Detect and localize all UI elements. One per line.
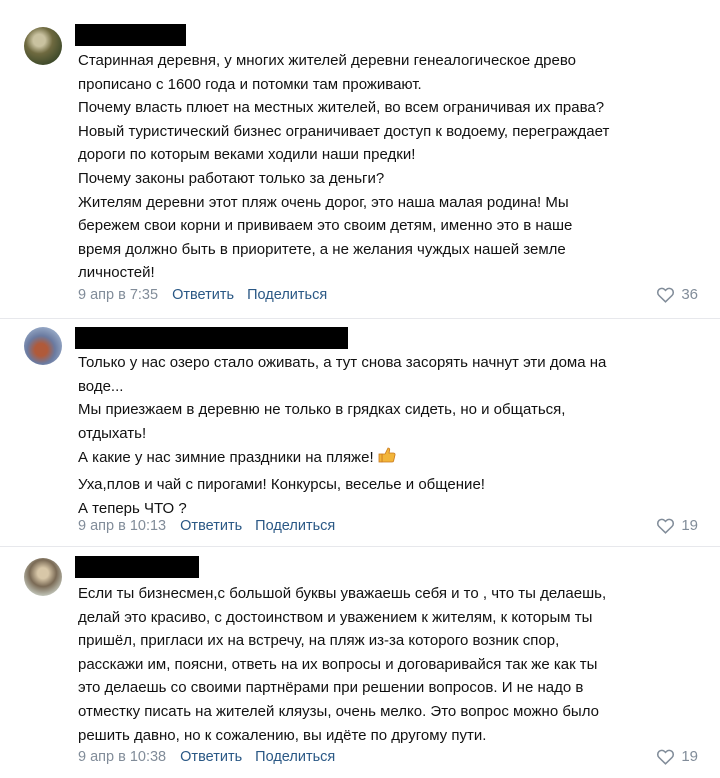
avatar[interactable]: [24, 558, 62, 596]
heart-icon: [657, 518, 675, 534]
comment-date[interactable]: 9 апр в 10:38: [78, 749, 166, 765]
like-count: 19: [681, 748, 698, 765]
comment-line: А теперь ЧТО ?: [78, 499, 187, 517]
comment-line: делай это красиво, с достоинством и уваж…: [78, 608, 593, 626]
comment-line: это делаешь со своими партнёрами при реш…: [78, 679, 584, 697]
comment-line-text: А какие у нас зимние праздники на пляже!: [78, 449, 374, 467]
comment-line: А какие у нас зимние праздники на пляже!: [78, 445, 708, 473]
avatar[interactable]: [24, 27, 62, 65]
comment-text: Старинная деревня, у многих жителей дере…: [78, 49, 708, 285]
comment-line: Если ты бизнесмен,с большой буквы уважае…: [78, 585, 607, 602]
comment-line: Уха,плов и чай с пирогами! Конкурсы, вес…: [78, 475, 485, 493]
comment-line: Почему власть плюет на местных жителей, …: [78, 99, 605, 117]
comment-line: личностей!: [78, 264, 155, 282]
like-count: 36: [681, 286, 698, 303]
like-button[interactable]: 19: [656, 517, 698, 534]
reply-button[interactable]: Ответить: [180, 749, 242, 765]
comment-line: Старинная деревня, у многих жителей дере…: [78, 52, 576, 69]
comment-line: отместку писать на жителей кляузы, очень…: [78, 702, 599, 720]
comment-line: расскажи им, поясни, ответь на их вопрос…: [78, 655, 598, 673]
comment-line: время должно быть в приоритете, а не жел…: [78, 240, 566, 258]
comment-line: воде...: [78, 377, 124, 395]
comment-date[interactable]: 9 апр в 7:35: [78, 287, 158, 303]
separator: [0, 318, 720, 319]
comment-line: отдыхать!: [78, 424, 147, 442]
share-button[interactable]: Поделиться: [255, 749, 335, 765]
author-name-redacted[interactable]: [75, 24, 186, 46]
comment-line: дороги по которым веками ходили наши пре…: [78, 146, 416, 164]
heart-icon: [657, 287, 675, 303]
author-name-redacted[interactable]: [75, 556, 199, 578]
comment-line: Новый туристический бизнес ограничивает …: [78, 122, 610, 140]
comment-date[interactable]: 9 апр в 10:13: [78, 518, 166, 534]
like-button[interactable]: 36: [656, 286, 698, 303]
like-button[interactable]: 19: [656, 748, 698, 765]
comment-line: пришёл, пригласи их на встречу, на пляж …: [78, 632, 560, 650]
comment-line: Почему законы работают только за деньги?: [78, 169, 385, 187]
comment-line: Мы приезжаем в деревню не только в грядк…: [78, 401, 566, 419]
separator: [0, 546, 720, 547]
thumbs-up-icon: [377, 445, 397, 473]
reply-button[interactable]: Ответить: [172, 287, 234, 303]
share-button[interactable]: Поделиться: [247, 287, 327, 303]
share-button[interactable]: Поделиться: [255, 518, 335, 534]
comment-text: Если ты бизнесмен,с большой буквы уважае…: [78, 582, 708, 747]
avatar[interactable]: [24, 327, 62, 365]
comment-meta: 9 апр в 7:35 Ответить Поделиться: [78, 287, 327, 303]
author-name-redacted[interactable]: [75, 327, 348, 349]
comment-meta: 9 апр в 10:13 Ответить Поделиться: [78, 518, 335, 534]
like-count: 19: [681, 517, 698, 534]
comment-meta: 9 апр в 10:38 Ответить Поделиться: [78, 749, 335, 765]
comment-line: Жителям деревни этот пляж очень дорог, э…: [78, 193, 569, 211]
heart-icon: [657, 749, 675, 765]
comment-line: прописано с 1600 года и потомки там прож…: [78, 75, 422, 93]
comment-text: Только у нас озеро стало оживать, а тут …: [78, 351, 708, 520]
reply-button[interactable]: Ответить: [180, 518, 242, 534]
comment-line: решить давно, но к сожалению, вы идёте п…: [78, 726, 487, 744]
comment-line: Только у нас озеро стало оживать, а тут …: [78, 354, 607, 371]
comment-line: бережем свои корни и прививаем это своим…: [78, 217, 573, 235]
